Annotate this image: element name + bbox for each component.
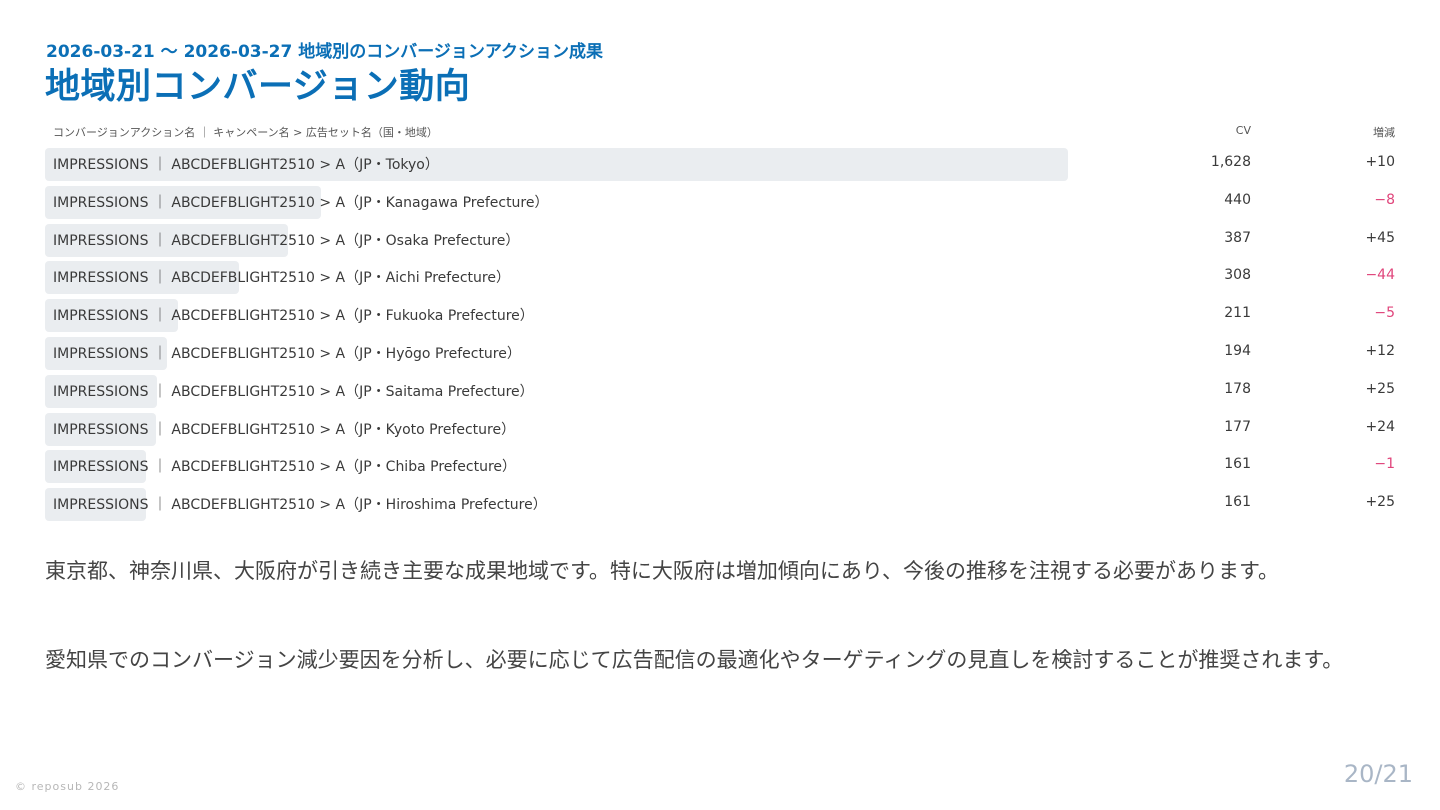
row-diff: +24 — [1365, 418, 1395, 435]
table-row: IMPRESSIONS ｜ ABCDEFBLIGHT2510 > A（JP・Hi… — [45, 486, 1397, 524]
row-diff: −44 — [1365, 267, 1395, 284]
row-label: IMPRESSIONS ｜ ABCDEFBLIGHT2510 > A（JP・Os… — [53, 232, 520, 249]
row-cv: 161 — [1224, 494, 1251, 511]
row-label: IMPRESSIONS ｜ ABCDEFBLIGHT2510 > A（JP・Hy… — [53, 345, 521, 362]
column-header-cv: CV — [1235, 124, 1251, 137]
row-cv: 440 — [1224, 191, 1251, 208]
row-cv: 177 — [1224, 418, 1251, 435]
row-diff: +25 — [1365, 380, 1395, 397]
column-header-diff: 増減 — [1373, 126, 1395, 139]
row-cv: 387 — [1224, 229, 1251, 246]
table-row: IMPRESSIONS ｜ ABCDEFBLIGHT2510 > A（JP・Fu… — [45, 297, 1397, 335]
row-diff: −5 — [1374, 305, 1395, 322]
row-cv: 308 — [1224, 267, 1251, 284]
row-diff: −1 — [1374, 456, 1395, 473]
page-title: 地域別コンバージョン動向 — [45, 67, 471, 107]
summary-paragraph: 東京都、神奈川県、大阪府が引き続き主要な成果地域です。特に大阪府は増加傾向にあり… — [45, 559, 1279, 583]
row-label: IMPRESSIONS ｜ ABCDEFBLIGHT2510 > A（JP・Ai… — [53, 270, 510, 287]
row-label: IMPRESSIONS ｜ ABCDEFBLIGHT2510 > A（JP・Ka… — [53, 194, 549, 211]
table-row: IMPRESSIONS ｜ ABCDEFBLIGHT2510 > A（JP・Hy… — [45, 335, 1397, 373]
row-label: IMPRESSIONS ｜ ABCDEFBLIGHT2510 > A（JP・Hi… — [53, 497, 547, 514]
recommendation-paragraph: 愛知県でのコンバージョン減少要因を分析し、必要に応じて広告配信の最適化やターゲテ… — [45, 648, 1344, 672]
copyright: © reposub 2026 — [15, 780, 120, 793]
table-row: IMPRESSIONS ｜ ABCDEFBLIGHT2510 > A（JP・Sa… — [45, 373, 1397, 411]
table-row: IMPRESSIONS ｜ ABCDEFBLIGHT2510 > A（JP・To… — [45, 146, 1397, 184]
table-row: IMPRESSIONS ｜ ABCDEFBLIGHT2510 > A（JP・Ai… — [45, 259, 1397, 297]
row-cv: 211 — [1224, 305, 1251, 322]
table-row: IMPRESSIONS ｜ ABCDEFBLIGHT2510 > A（JP・Ka… — [45, 184, 1397, 222]
row-label: IMPRESSIONS ｜ ABCDEFBLIGHT2510 > A（JP・To… — [53, 157, 439, 173]
row-cv: 194 — [1224, 342, 1251, 359]
row-diff: +10 — [1365, 154, 1395, 170]
row-label: IMPRESSIONS ｜ ABCDEFBLIGHT2510 > A（JP・Sa… — [53, 383, 534, 400]
slide: 2026-03-21 〜 2026-03-27 地域別のコンバージョンアクション… — [0, 0, 1440, 810]
row-cv: 161 — [1224, 456, 1251, 473]
row-cv: 178 — [1224, 380, 1251, 397]
row-diff: +12 — [1365, 342, 1395, 359]
row-label: IMPRESSIONS ｜ ABCDEFBLIGHT2510 > A（JP・Fu… — [53, 308, 534, 325]
row-diff: −8 — [1374, 191, 1395, 208]
row-cv: 1,628 — [1210, 154, 1251, 170]
row-label: IMPRESSIONS ｜ ABCDEFBLIGHT2510 > A（JP・Ch… — [53, 459, 517, 476]
table-row: IMPRESSIONS ｜ ABCDEFBLIGHT2510 > A（JP・Ch… — [45, 448, 1397, 486]
table-header: コンバージョンアクション名 ｜ キャンペーン名 > 広告セット名（国・地域） C… — [45, 120, 1397, 146]
table-body: IMPRESSIONS ｜ ABCDEFBLIGHT2510 > A（JP・To… — [45, 146, 1397, 524]
row-diff: +25 — [1365, 494, 1395, 511]
page-number: 20/21 — [1343, 760, 1413, 788]
column-header-name: コンバージョンアクション名 ｜ キャンペーン名 > 広告セット名（国・地域） — [53, 126, 438, 139]
conversion-table: コンバージョンアクション名 ｜ キャンペーン名 > 広告セット名（国・地域） C… — [45, 120, 1397, 524]
table-row: IMPRESSIONS ｜ ABCDEFBLIGHT2510 > A（JP・Ky… — [45, 411, 1397, 449]
row-diff: +45 — [1365, 229, 1395, 246]
table-row: IMPRESSIONS ｜ ABCDEFBLIGHT2510 > A（JP・Os… — [45, 222, 1397, 260]
row-label: IMPRESSIONS ｜ ABCDEFBLIGHT2510 > A（JP・Ky… — [53, 421, 516, 438]
